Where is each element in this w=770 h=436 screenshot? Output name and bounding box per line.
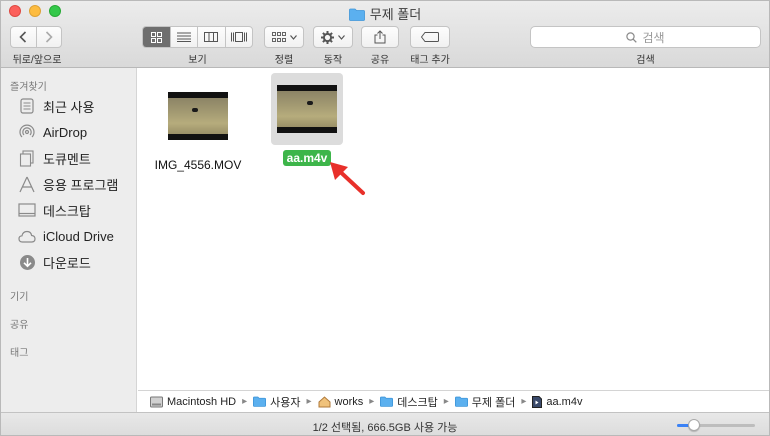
sidebar-item-label: 응용 프로그램 [43, 177, 119, 193]
icloud-icon [17, 227, 37, 245]
chevron-right-icon [45, 31, 53, 43]
sidebar-devices-header[interactable]: 기기 [1, 288, 28, 303]
arrange-icon [271, 32, 286, 42]
sidebar-item-applications[interactable]: 응용 프로그램 [17, 173, 118, 195]
path-crumb-users[interactable]: 사용자 [253, 394, 300, 410]
video-thumbnail [162, 80, 234, 152]
applications-icon [17, 175, 37, 193]
search-placeholder: 검색 [642, 30, 665, 45]
hard-drive-icon [150, 396, 163, 408]
file-item-aa-m4v[interactable]: aa.m4v [268, 73, 346, 166]
sidebar-item-label: AirDrop [43, 124, 88, 140]
path-separator: ▸ [369, 396, 375, 407]
column-view-button[interactable] [197, 27, 225, 47]
sidebar-item-label: 데스크탑 [43, 203, 91, 219]
sidebar: 즐겨찾기 최근 사용 AirDrop 도큐멘트 응용 프로그램 데스크탑 iCl… [1, 68, 137, 412]
action-button[interactable] [313, 26, 353, 48]
sidebar-item-documents[interactable]: 도큐멘트 [17, 147, 91, 169]
video-thumbnail [271, 73, 343, 145]
video-file-icon [532, 395, 543, 408]
red-arrow-annotation [330, 162, 365, 195]
sidebar-shared-header[interactable]: 공유 [1, 316, 28, 331]
icon-size-slider[interactable] [677, 419, 755, 431]
sidebar-item-icloud-drive[interactable]: iCloud Drive [17, 225, 114, 247]
search-field[interactable]: 검색 [530, 26, 761, 48]
sidebar-tags-header[interactable]: 태그 [1, 344, 28, 359]
tags-label: 태그 추가 [410, 55, 450, 66]
list-view-button[interactable] [169, 27, 198, 47]
back-button[interactable] [11, 27, 36, 47]
icon-view-button[interactable] [143, 27, 170, 47]
sidebar-item-downloads[interactable]: 다운로드 [17, 251, 91, 273]
status-text: 1/2 선택됨, 666.5GB 사용 가능 [312, 422, 458, 434]
folder-icon [253, 396, 267, 407]
back-forward-control [10, 26, 62, 48]
action-label: 동작 [323, 55, 343, 66]
view-mode-control [142, 26, 253, 48]
arrange-button[interactable] [264, 26, 304, 48]
chevron-down-icon [289, 34, 297, 40]
window-title: 무제 폴더 [1, 4, 769, 24]
path-separator: ▸ [443, 396, 449, 407]
grid-icon [150, 31, 162, 43]
file-name: IMG_4556.MOV [154, 158, 242, 172]
documents-icon [17, 149, 37, 167]
tag-icon [421, 32, 439, 42]
path-crumb-aa-m4v[interactable]: aa.m4v [532, 395, 582, 408]
forward-button[interactable] [35, 27, 62, 47]
path-crumb-desktop[interactable]: 데스크탑 [380, 394, 438, 410]
path-crumb-untitled-folder[interactable]: 무제 폴더 [454, 394, 515, 410]
sidebar-item-label: 다운로드 [43, 255, 91, 271]
airdrop-icon [17, 123, 37, 141]
gallery-icon [230, 32, 247, 42]
sidebar-item-desktop[interactable]: 데스크탑 [17, 199, 91, 221]
downloads-icon [17, 253, 37, 271]
path-crumb-works[interactable]: works [318, 395, 363, 408]
view-label: 보기 [188, 55, 207, 66]
file-item-img-4556[interactable]: IMG_4556.MOV [138, 80, 258, 172]
search-icon [626, 31, 638, 43]
path-separator: ▸ [521, 396, 527, 407]
arrange-label: 정렬 [274, 55, 294, 66]
sidebar-item-label: iCloud Drive [43, 228, 114, 244]
path-bar: Macintosh HD ▸ 사용자 ▸ works ▸ 데스크탑 ▸ 무제 폴… [138, 390, 769, 412]
path-separator: ▸ [306, 396, 312, 407]
share-button[interactable] [361, 26, 399, 48]
share-label: 공유 [370, 55, 390, 66]
toolbar: 무제 폴더 뒤로/앞으로 보기 정렬 동작 공유 태그 추가 검색 검색 [1, 1, 769, 68]
file-browser-area: IMG_4556.MOV aa.m4v [138, 68, 769, 386]
home-icon [318, 395, 331, 408]
folder-icon [380, 396, 394, 407]
path-crumb-macintosh-hd[interactable]: Macintosh HD [150, 396, 236, 408]
columns-icon [204, 32, 219, 42]
nav-label: 뒤로/앞으로 [12, 55, 62, 66]
folder-icon [454, 396, 468, 407]
gallery-view-button[interactable] [224, 27, 253, 47]
share-icon [374, 30, 386, 44]
sidebar-item-recents[interactable]: 최근 사용 [17, 95, 94, 117]
sidebar-item-label: 도큐멘트 [43, 151, 91, 167]
window-title-text: 무제 폴더 [369, 7, 422, 22]
chevron-down-icon [338, 34, 345, 40]
folder-icon [348, 8, 365, 24]
sidebar-item-airdrop[interactable]: AirDrop [17, 121, 87, 143]
status-bar: 1/2 선택됨, 666.5GB 사용 가능 [1, 412, 769, 435]
desktop-icon [17, 201, 37, 219]
sidebar-favorites-header: 즐겨찾기 [10, 82, 47, 93]
recents-icon [17, 97, 37, 115]
search-label: 검색 [636, 55, 655, 66]
finder-window: 무제 폴더 뒤로/앞으로 보기 정렬 동작 공유 태그 추가 검색 검색 즐겨찾… [0, 0, 770, 436]
gear-icon [321, 30, 334, 44]
path-separator: ▸ [242, 396, 248, 407]
add-tags-button[interactable] [410, 26, 450, 48]
sidebar-item-label: 최근 사용 [43, 99, 95, 115]
chevron-left-icon [19, 31, 27, 43]
list-icon [176, 32, 191, 42]
